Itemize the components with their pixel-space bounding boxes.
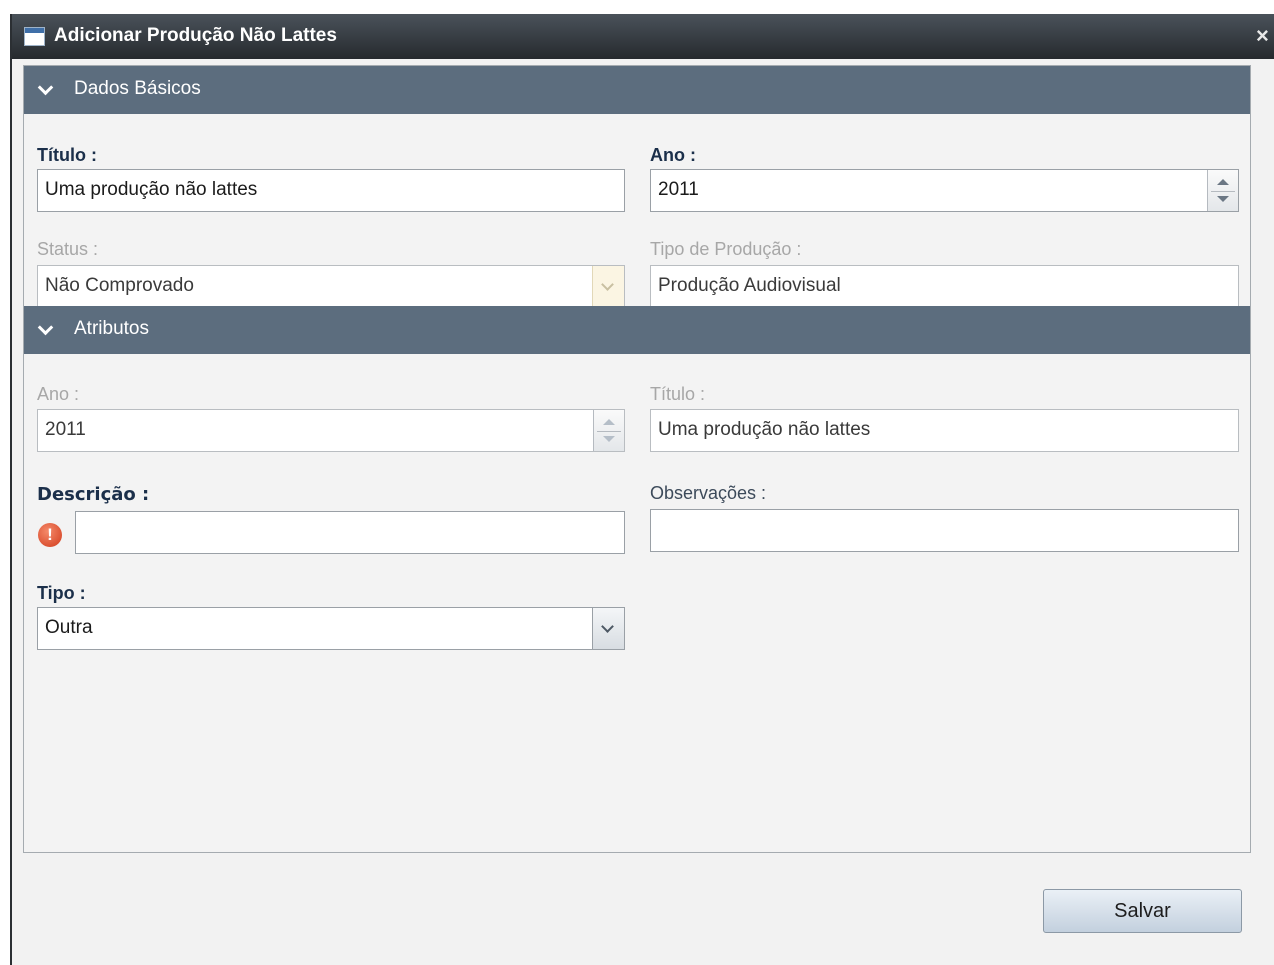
title-bar[interactable]: Adicionar Produção Não Lattes × bbox=[12, 14, 1274, 59]
dialog-title: Adicionar Produção Não Lattes bbox=[54, 25, 337, 46]
ano-value: 2011 bbox=[658, 179, 699, 200]
section-header-dados-basicos[interactable]: Dados Básicos bbox=[24, 66, 1250, 114]
spin-divider bbox=[1211, 190, 1235, 192]
ano-spinner[interactable]: 2011 bbox=[650, 169, 1239, 212]
chevron-down-icon bbox=[601, 278, 614, 291]
atributos-ano-value: 2011 bbox=[45, 419, 86, 440]
titulo-label: Título : bbox=[37, 145, 97, 165]
status-value: Não Comprovado bbox=[45, 275, 194, 296]
ano-spinner-buttons[interactable] bbox=[1207, 170, 1238, 211]
tipo-label: Tipo : bbox=[37, 583, 86, 603]
section-header-atributos[interactable]: Atributos bbox=[24, 306, 1250, 354]
tipo-dropdown-button[interactable] bbox=[592, 608, 624, 649]
tipo-select[interactable]: Outra bbox=[37, 607, 625, 650]
status-dropdown-button bbox=[592, 266, 624, 307]
atributos-titulo-field: Uma produção não lattes bbox=[650, 409, 1239, 452]
tipo-value: Outra bbox=[45, 617, 93, 638]
descricao-input[interactable] bbox=[75, 511, 625, 554]
chevron-down-icon[interactable] bbox=[37, 79, 54, 96]
tipo-producao-field: Produção Audiovisual bbox=[650, 265, 1239, 308]
spin-divider bbox=[597, 430, 621, 432]
window-icon bbox=[24, 27, 45, 46]
status-label: Status : bbox=[37, 239, 99, 259]
tipo-producao-label: Tipo de Produção : bbox=[650, 239, 802, 259]
atributos-ano-label: Ano : bbox=[37, 384, 80, 404]
chevron-down-icon[interactable] bbox=[601, 620, 614, 633]
atributos-titulo-label: Título : bbox=[650, 384, 706, 404]
descricao-label: Descrição : bbox=[37, 484, 150, 505]
section-title-dados-basicos: Dados Básicos bbox=[74, 78, 201, 99]
error-icon: ! bbox=[38, 523, 62, 547]
spin-up-icon[interactable] bbox=[1217, 179, 1229, 185]
spin-down-icon bbox=[603, 436, 615, 442]
save-button[interactable]: Salvar bbox=[1043, 889, 1242, 933]
section-title-atributos: Atributos bbox=[74, 318, 149, 339]
status-combo: Não Comprovado bbox=[37, 265, 625, 308]
ano-label: Ano : bbox=[650, 145, 696, 165]
close-icon[interactable]: × bbox=[1256, 23, 1269, 49]
observacoes-label: Observações : bbox=[650, 483, 767, 503]
form-panel: Dados Básicos Título : Uma produção não … bbox=[23, 65, 1251, 853]
spin-down-icon[interactable] bbox=[1217, 196, 1229, 202]
titulo-input[interactable]: Uma produção não lattes bbox=[37, 169, 625, 212]
observacoes-input[interactable] bbox=[650, 509, 1239, 552]
atributos-ano-spinner: 2011 bbox=[37, 409, 625, 452]
atributos-ano-spinner-buttons bbox=[593, 410, 624, 451]
spin-up-icon bbox=[603, 419, 615, 425]
chevron-down-icon[interactable] bbox=[37, 319, 54, 336]
